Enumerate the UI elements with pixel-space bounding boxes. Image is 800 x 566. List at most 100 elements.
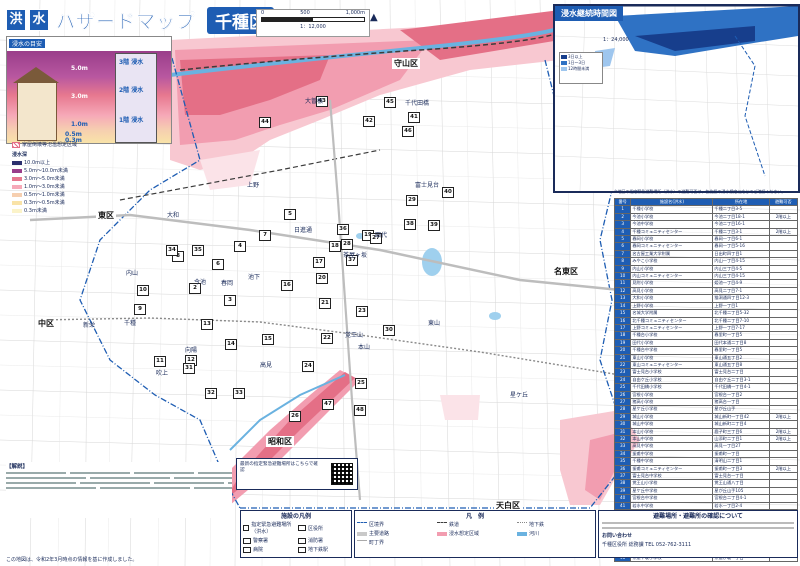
table-cell	[768, 309, 799, 318]
map-legend-item: 鉄道	[437, 521, 513, 528]
table-row: 25 千代田橋小学校 千代田橋一丁目4-1	[613, 383, 799, 392]
shelter-marker[interactable]: 7	[259, 230, 271, 241]
table-cell	[768, 397, 799, 407]
place-label: 新栄	[83, 322, 96, 329]
shelter-marker[interactable]: 32	[205, 388, 217, 399]
table-cell	[768, 501, 799, 511]
shelter-marker[interactable]: 21	[319, 298, 331, 309]
facility-legend-item: 消防署	[298, 537, 349, 544]
shelter-marker[interactable]: 15	[262, 334, 274, 345]
table-cell: 星が丘山手105	[712, 486, 770, 496]
shelter-marker[interactable]: 18	[329, 241, 341, 252]
shelter-marker[interactable]: 42	[363, 116, 375, 127]
table-row: 34 振甫中学校 振甫町一丁目	[613, 449, 799, 459]
shelter-marker[interactable]: 33	[233, 388, 245, 399]
table-cell: 春岡小学校	[630, 235, 714, 244]
scale-bar: 0 500 1,000m 1：12,000	[256, 9, 370, 37]
legend-label: 地下鉄	[529, 522, 545, 528]
table-row: 30 城山中学校 城山新町二丁目4	[613, 420, 799, 429]
table-cell: 富士見台一丁目	[712, 472, 770, 481]
place-label: 春岡	[221, 280, 234, 287]
legend-label: 河川	[529, 531, 540, 537]
table-cell: 4	[613, 227, 632, 237]
table-cell: 鹿子町三丁目6	[712, 427, 770, 437]
shelter-marker[interactable]: 28	[341, 239, 353, 250]
table-cell: 2階以上	[768, 212, 799, 222]
shelter-marker[interactable]: 40	[442, 187, 454, 198]
table-row: 7 名古屋工業大学附属 日出町四丁目1	[613, 249, 799, 259]
table-cell: 19	[613, 338, 632, 348]
table-row: 28 星ケ丘小学校 星が丘山手	[613, 405, 799, 414]
table-cell: 高見二丁目7-1	[712, 286, 770, 296]
table-cell	[768, 479, 799, 488]
shelter-marker[interactable]: 22	[321, 333, 333, 344]
table-cell: 2階以上	[768, 427, 799, 437]
table-cell: 千種二丁目3-1	[712, 227, 770, 237]
shelter-marker[interactable]: 20	[316, 273, 328, 284]
shelter-marker[interactable]: 45	[384, 97, 396, 108]
contact-title: お問い合わせ	[602, 533, 633, 539]
shelter-marker[interactable]: 35	[192, 245, 204, 256]
shelter-marker[interactable]: 41	[408, 112, 420, 123]
shelter-marker[interactable]: 16	[281, 280, 293, 291]
shelter-marker[interactable]: 14	[225, 339, 237, 350]
table-cell	[768, 286, 799, 296]
shelter-marker[interactable]: 30	[383, 325, 395, 336]
shelter-marker[interactable]: 10	[137, 285, 149, 296]
shelter-marker[interactable]: 25	[355, 378, 367, 389]
shelter-marker[interactable]: 24	[302, 361, 314, 372]
table-cell: 内山小学校	[630, 264, 714, 274]
table-row: 33 高見中学校 高見一丁目27	[613, 442, 799, 451]
facility-icon	[243, 537, 251, 544]
table-cell: 春岡コミュニティセンター	[630, 242, 714, 251]
shelter-marker[interactable]: 13	[201, 319, 213, 330]
map-legend-item: 区境界	[357, 521, 433, 528]
facility-label: 指定緊急避難場所（洪水）	[251, 522, 292, 535]
shelter-marker[interactable]: 31	[183, 363, 195, 374]
table-cell: 富士見台二丁目	[712, 368, 770, 377]
shelter-marker[interactable]: 34	[166, 245, 178, 256]
depth-class-label: 10.0m以上	[24, 160, 51, 166]
shelter-marker[interactable]: 44	[259, 117, 271, 128]
shelter-marker[interactable]: 39	[428, 220, 440, 231]
shelter-marker[interactable]: 46	[402, 126, 414, 137]
table-cell: 28	[613, 405, 632, 414]
shelter-marker[interactable]: 17	[313, 257, 325, 268]
legend-symbol-icon	[437, 522, 447, 527]
shelter-marker[interactable]: 5	[284, 209, 296, 220]
table-cell: 35	[613, 457, 632, 466]
table-row: 22 東山コミュニティセンター 東山通五丁目8	[613, 360, 799, 370]
table-cell	[768, 472, 799, 481]
table-cell: 2階以上	[768, 227, 799, 237]
table-cell: 41	[613, 501, 632, 511]
map-legend: 凡 例 区境界 鉄道 地下鉄 主要道路 浸水想定区域 河川 町丁界	[354, 510, 596, 558]
depth-class-row: 5.0m〜10.0m未満	[12, 167, 168, 174]
table-cell	[768, 368, 799, 377]
qr-code-icon[interactable]	[331, 463, 353, 485]
shelter-marker[interactable]: 36	[337, 224, 349, 235]
shelter-marker[interactable]: 29	[406, 195, 418, 206]
ward-label: 中区	[36, 318, 56, 329]
table-cell: 宮根台二丁目4-1	[712, 494, 770, 503]
shelter-marker[interactable]: 23	[356, 306, 368, 317]
shelter-marker[interactable]: 6	[212, 259, 224, 270]
shelter-marker[interactable]: 11	[154, 356, 166, 367]
inset-map[interactable]: 浸水継続時間図 3日以上 1日〜3日 12時間未満 1：24,000	[553, 4, 800, 193]
table-cell: 千種小学校	[630, 205, 714, 214]
shelter-marker[interactable]: 3	[224, 295, 236, 306]
table-header: 施設名(洪水)	[630, 197, 714, 207]
shelter-marker[interactable]: 4	[234, 241, 246, 252]
facility-legend-item: 病院	[243, 546, 294, 553]
place-label: 覚王山	[345, 332, 364, 339]
table-cell: 内山コミュニティセンター	[630, 272, 714, 281]
table-row: 4 千種コミュニティセンター 千種二丁目3-1 2階以上	[613, 227, 799, 237]
qr-box[interactable]: 最新の指定緊急避難場所はこちらで確認	[236, 458, 358, 490]
shelter-marker[interactable]: 48	[354, 405, 366, 416]
shelter-marker[interactable]: 38	[404, 219, 416, 230]
table-cell: 32	[613, 434, 632, 444]
shelter-table: 番号 施設名(洪水) 所在地 避難可否 1 千種小学校 千種二丁目3-5 2 今池小学校…	[613, 197, 799, 562]
shelter-marker[interactable]: 47	[322, 399, 334, 410]
shelter-marker[interactable]: 26	[289, 411, 301, 422]
scale-tick: 1,000m	[345, 10, 365, 16]
shelter-marker[interactable]: 9	[134, 304, 146, 315]
